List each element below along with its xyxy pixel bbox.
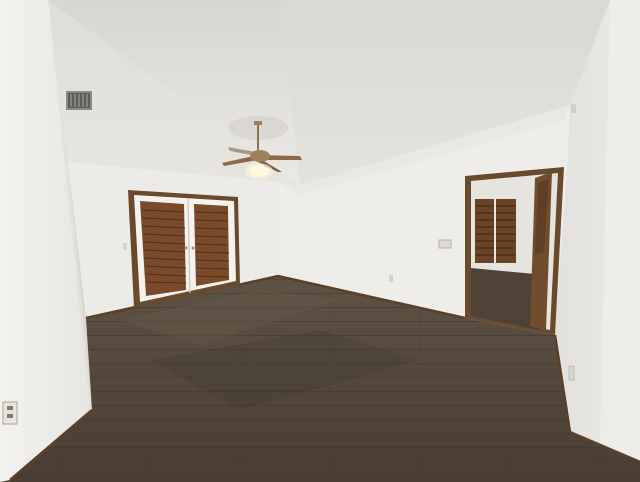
electrical-outlet <box>2 401 18 425</box>
hvac-vent <box>66 91 92 110</box>
room-photo <box>0 0 640 482</box>
light-switch <box>438 239 452 249</box>
open-doorway <box>465 167 564 335</box>
